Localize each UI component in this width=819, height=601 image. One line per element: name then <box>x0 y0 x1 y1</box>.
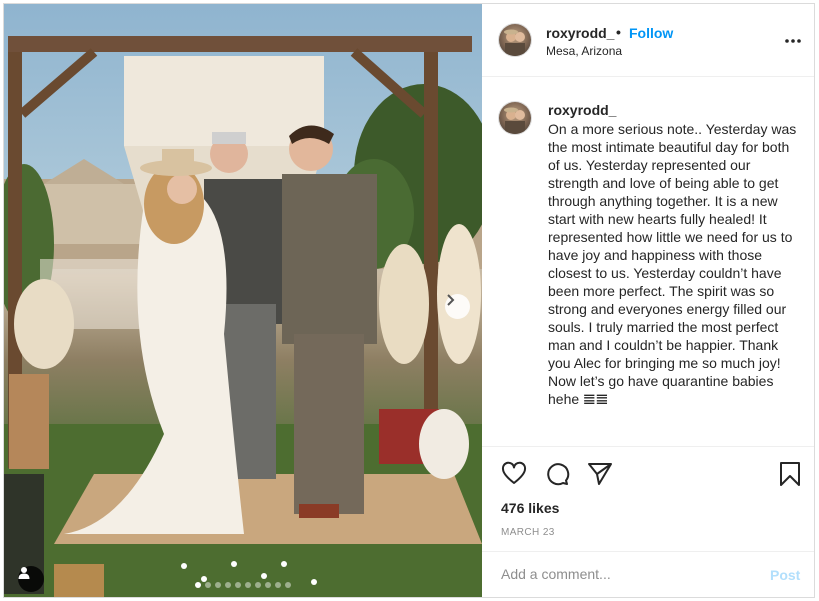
next-slide-button[interactable] <box>445 294 470 319</box>
post-comment-button[interactable]: Post <box>770 567 800 583</box>
carousel-dot <box>235 582 241 588</box>
carousel-indicators <box>4 582 482 588</box>
bookmark-icon[interactable] <box>777 461 803 487</box>
comment-input[interactable] <box>501 566 741 582</box>
carousel-dot <box>285 582 291 588</box>
follow-button[interactable]: Follow <box>629 25 673 41</box>
caption-username[interactable]: roxyrodd_ <box>548 102 616 118</box>
carousel-dot <box>245 582 251 588</box>
post-date[interactable]: MARCH 23 <box>501 527 555 538</box>
location-link[interactable]: Mesa, Arizona <box>546 44 622 58</box>
instagram-post: roxyrodd_ • Follow Mesa, Arizona roxyrod… <box>3 3 815 598</box>
wedding-photo-illustration <box>4 36 482 597</box>
caption-section: roxyrodd_ On a more serious note.. Yeste… <box>482 76 814 446</box>
carousel-dot <box>195 582 201 588</box>
avatar[interactable] <box>499 24 531 56</box>
carousel-dot <box>225 582 231 588</box>
post-header: roxyrodd_ • Follow Mesa, Arizona <box>482 4 814 77</box>
chevron-right-icon <box>447 294 455 306</box>
likes-count[interactable]: 476 likes <box>501 500 559 516</box>
carousel-dot <box>215 582 221 588</box>
avatar-photo-icon <box>504 29 525 56</box>
header-username[interactable]: roxyrodd_ <box>546 25 614 41</box>
carousel-dot <box>205 582 211 588</box>
more-options-icon[interactable] <box>784 32 802 50</box>
post-actions: 476 likes MARCH 23 Post <box>482 446 814 597</box>
paper-plane-icon[interactable] <box>587 461 613 487</box>
avatar-photo-icon <box>504 107 525 134</box>
post-photo[interactable] <box>4 4 482 597</box>
carousel-dot <box>255 582 261 588</box>
user-tag-icon <box>18 567 30 579</box>
caption-text: On a more serious note.. Yesterday was t… <box>548 121 801 407</box>
comment-bar: Post <box>482 551 814 597</box>
heart-icon[interactable] <box>501 461 527 487</box>
comment-icon[interactable] <box>544 461 570 487</box>
carousel-dot <box>275 582 281 588</box>
post-sidebar: roxyrodd_ • Follow Mesa, Arizona roxyrod… <box>482 4 814 597</box>
caption-avatar[interactable] <box>499 102 531 134</box>
tagged-users-button[interactable] <box>18 566 44 592</box>
carousel-dot <box>265 582 271 588</box>
header-separator: • <box>616 24 621 40</box>
